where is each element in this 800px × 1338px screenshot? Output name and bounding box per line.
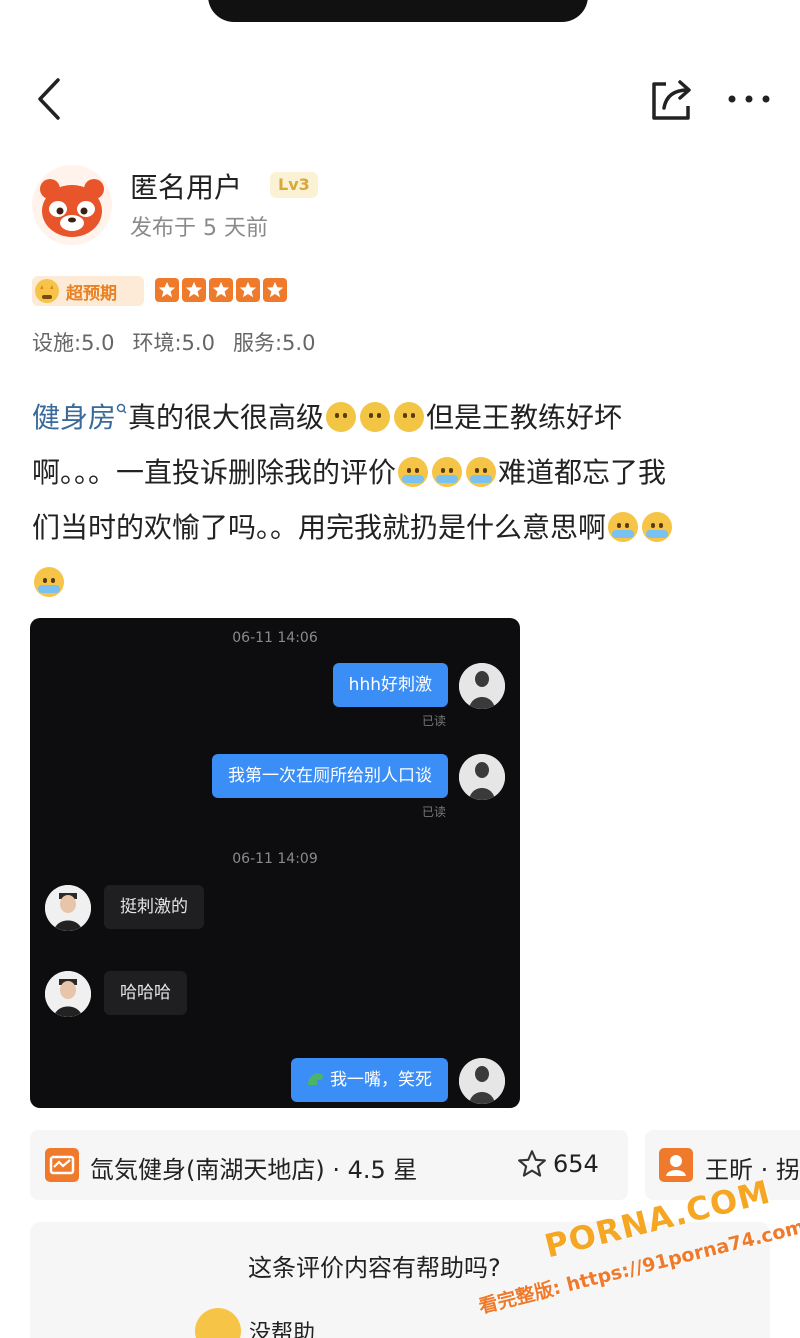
helpful-question: 这条评价内容有帮助吗?: [248, 1254, 501, 1282]
neutral-face-emoji-icon: [326, 402, 357, 432]
review-text-part: 难道都忘了我: [498, 456, 667, 489]
star-icon: [155, 278, 179, 302]
not-helpful-button[interactable]: 没帮助: [195, 1308, 315, 1338]
user-level-badge: Lv3: [270, 172, 318, 198]
neutral-face-emoji-icon: [394, 402, 425, 432]
star-outline-icon: [518, 1150, 546, 1177]
share-icon: [652, 80, 691, 120]
read-receipt: 已读: [421, 805, 446, 819]
chat-bubble-outgoing: 我第一次在厕所给别人口谈: [212, 754, 448, 798]
phone-notch: [208, 0, 588, 22]
shop-name-rating: 氙気健身(南湖天地店) · 4.5 星: [90, 1156, 418, 1184]
review-text-part: 啊。。。一直投诉删除我的评价: [32, 456, 397, 489]
chat-bubble-incoming: 哈哈哈: [104, 971, 187, 1015]
chat-avatar-self: [459, 754, 505, 800]
more-options-button[interactable]: [724, 74, 774, 124]
favorite-button[interactable]: 654: [517, 1149, 599, 1179]
chat-avatar-other: [45, 885, 91, 931]
crying-emoji-icon: [466, 457, 497, 487]
share-button[interactable]: [648, 74, 696, 124]
top-bar: [0, 60, 800, 140]
crying-emoji-icon: [432, 457, 463, 487]
sub-scores: 设施:5.0 环境:5.0 服务:5.0: [32, 327, 315, 357]
review-text-part: 们当时的欢愉了吗。。用完我就扔是什么意思啊: [32, 511, 607, 544]
coach-card[interactable]: 王昕 · 拐: [645, 1130, 800, 1200]
search-icon: [116, 403, 127, 414]
star-eyes-emoji-icon: [32, 276, 62, 306]
chat-avatar-other: [45, 971, 91, 1017]
red-panda-avatar-icon: [32, 165, 112, 245]
sobbing-emoji-icon: [608, 512, 639, 542]
sobbing-emoji-icon: [34, 567, 64, 597]
favorite-count: 654: [553, 1150, 599, 1178]
topic-tag-link[interactable]: 健身房: [32, 401, 128, 434]
star-icon: [236, 278, 260, 302]
sad-face-emoji-icon: [195, 1308, 241, 1338]
exceeds-expectation-badge: 超预期: [32, 276, 144, 306]
star-icon: [209, 278, 233, 302]
chat-bubble-outgoing: 我一嘴，笑死: [290, 1058, 448, 1102]
review-text: 健身房 真的很大很高级 但是王教练好坏 啊。。。一直投诉删除我的评价 难道都忘了我 们…: [32, 390, 777, 610]
chat-bubble-outgoing: hhh好刺激: [332, 663, 448, 707]
shop-card[interactable]: 氙気健身(南湖天地店) · 4.5 星 654: [30, 1130, 628, 1200]
user-avatar[interactable]: [32, 165, 112, 245]
dinosaur-emoji-icon: [307, 1073, 323, 1085]
chat-avatar-self: [459, 663, 505, 709]
topic-tag-label: 健身房: [32, 401, 117, 434]
neutral-face-emoji-icon: [360, 402, 391, 432]
chat-bubble-incoming: 挺刺激的: [104, 885, 204, 929]
sobbing-emoji-icon: [642, 512, 673, 542]
chat-bubble-text: 我一嘴，笑死: [330, 1070, 432, 1090]
not-helpful-label: 没帮助: [249, 1321, 316, 1338]
post-time: 发布于 5 天前: [130, 216, 268, 241]
chevron-left-icon: [38, 78, 60, 120]
star-icon: [182, 278, 206, 302]
star-rating: [155, 278, 287, 302]
chat-avatar-self: [459, 1058, 505, 1104]
person-icon: [659, 1148, 693, 1182]
score-facility: 设施:5.0: [32, 331, 115, 355]
chat-timestamp: 06-11 14:09: [232, 851, 318, 867]
coach-name: 王昕 · 拐: [705, 1156, 800, 1184]
user-name[interactable]: 匿名用户: [130, 166, 242, 206]
review-text-part: 但是王教练好坏: [426, 401, 623, 434]
back-button[interactable]: [30, 74, 70, 124]
more-dots-icon: [728, 95, 770, 103]
shop-icon: [45, 1148, 79, 1182]
review-photo-chat-screenshot[interactable]: 06-11 14:06 hhh好刺激 已读 我第一次在厕所给别人口谈 已读 06…: [30, 618, 520, 1108]
score-service: 服务:5.0: [232, 331, 316, 355]
star-icon: [263, 278, 287, 302]
chat-timestamp: 06-11 14:06: [232, 630, 318, 646]
crying-emoji-icon: [398, 457, 429, 487]
helpful-feedback-panel: 这条评价内容有帮助吗? 没帮助: [30, 1222, 770, 1338]
read-receipt: 已读: [421, 714, 446, 728]
review-text-part: 真的很大很高级: [128, 401, 325, 434]
badge-label: 超预期: [66, 283, 117, 304]
score-environment: 环境:5.0: [132, 331, 215, 355]
